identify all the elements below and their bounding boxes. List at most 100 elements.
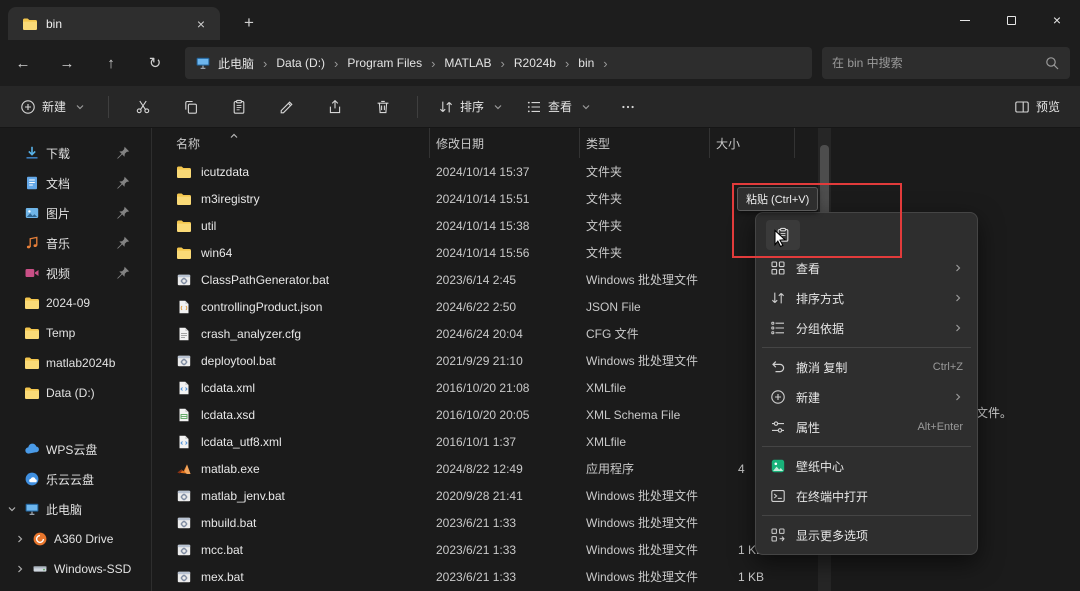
file-row[interactable]: m3iregistry 2024/10/14 15:51 文件夹: [152, 185, 818, 212]
sidebar-item[interactable]: 2024-09: [0, 288, 151, 318]
breadcrumb-segment[interactable]: bin: [573, 53, 599, 73]
chevron-right-icon: ›: [564, 55, 570, 71]
bat-file-icon: [176, 353, 192, 369]
sidebar-section-gap: [0, 408, 151, 434]
column-header-type[interactable]: 类型: [580, 128, 710, 158]
share-button[interactable]: [317, 93, 353, 121]
cut-button[interactable]: [125, 93, 161, 121]
sidebar-item[interactable]: Windows-SSD: [0, 554, 151, 584]
file-type: Windows 批处理文件: [586, 354, 699, 368]
column-header-size[interactable]: 大小: [710, 128, 795, 158]
menu-item[interactable]: 分组依据: [760, 313, 973, 343]
file-type: Windows 批处理文件: [586, 570, 699, 584]
delete-button[interactable]: [365, 93, 401, 121]
sidebar-item[interactable]: A360 Drive: [0, 524, 151, 554]
sidebar-item[interactable]: 此电脑: [0, 494, 151, 524]
chevron-right-icon: [953, 323, 963, 333]
menu-item[interactable]: 排序方式: [760, 283, 973, 313]
file-date: 2023/6/21 1:33: [436, 515, 517, 530]
file-row[interactable]: ClassPathGenerator.bat 2023/6/14 2:45 Wind…: [152, 266, 818, 293]
file-row[interactable]: mcc.bat 2023/6/21 1:33 Windows 批处理文件 1 KB: [152, 536, 818, 563]
file-row[interactable]: win64 2024/10/14 15:56 文件夹: [152, 239, 818, 266]
menu-item[interactable]: 显示更多选项: [760, 520, 973, 550]
file-row[interactable]: lcdata.xsd 2016/10/20 20:05 XML Schema Fil…: [152, 401, 818, 428]
close-button[interactable]: ×: [1034, 0, 1080, 40]
xsd-file-icon: [176, 407, 192, 423]
sidebar-item-chevron: [14, 531, 26, 547]
this-pc-icon: [24, 501, 40, 517]
new-button[interactable]: 新建: [12, 92, 96, 121]
undo-icon: [770, 359, 786, 375]
sidebar-item[interactable]: matlab2024b: [0, 348, 151, 378]
file-row[interactable]: crash_analyzer.cfg 2024/6/24 20:04 CFG 文件: [152, 320, 818, 347]
refresh-button[interactable]: ↻: [140, 48, 170, 78]
search-box[interactable]: [822, 47, 1070, 79]
folder-icon: [24, 355, 40, 371]
copy-button[interactable]: [173, 93, 209, 121]
sidebar-item[interactable]: 视频: [0, 258, 151, 288]
breadcrumb-segment[interactable]: Program Files: [342, 53, 427, 73]
file-row[interactable]: util 2024/10/14 15:38 文件夹: [152, 212, 818, 239]
sidebar-item[interactable]: 下载: [0, 138, 151, 168]
sidebar-item[interactable]: Temp: [0, 318, 151, 348]
breadcrumb-segment[interactable]: MATLAB: [439, 53, 496, 73]
menu-item-label: 撤消 复制: [796, 360, 848, 375]
breadcrumb-segment[interactable]: R2024b: [509, 53, 561, 73]
tab-close-icon[interactable]: ×: [190, 13, 212, 35]
back-button[interactable]: ←: [8, 48, 38, 78]
paste-tooltip: 粘贴 (Ctrl+V): [737, 187, 819, 211]
sidebar-item[interactable]: WPS云盘: [0, 434, 151, 464]
file-row[interactable]: mex.bat 2023/6/21 1:33 Windows 批处理文件 1 KB: [152, 563, 818, 590]
sort-button[interactable]: 排序: [430, 92, 514, 121]
file-row[interactable]: lcdata.xml 2016/10/20 21:08 XMLfile: [152, 374, 818, 401]
sidebar-item[interactable]: 音乐: [0, 228, 151, 258]
preview-toggle-button[interactable]: 预览: [1006, 92, 1068, 121]
menu-item[interactable]: 查看: [760, 253, 973, 283]
sidebar-item[interactable]: 乐云云盘: [0, 464, 151, 494]
sidebar-item[interactable]: 文档: [0, 168, 151, 198]
column-headers: 名称 修改日期 类型 大小: [152, 128, 818, 158]
file-row[interactable]: controllingProduct.json 2024/6/22 2:50 JSO…: [152, 293, 818, 320]
chevron-down-icon: [72, 99, 88, 115]
rename-button[interactable]: [269, 93, 305, 121]
sidebar-item[interactable]: 图片: [0, 198, 151, 228]
pin-icon: [115, 265, 131, 281]
breadcrumb[interactable]: 此电脑 › Data (D:) › Program Files › MATLAB › R2024…: [185, 47, 812, 79]
breadcrumb-segment[interactable]: 此电脑: [213, 52, 259, 75]
menu-item[interactable]: 在终端中打开: [760, 481, 973, 511]
paste-button[interactable]: [221, 93, 257, 121]
sort-icon: [770, 290, 786, 306]
file-row[interactable]: matlab.exe 2024/8/22 12:49 应用程序 4: [152, 455, 818, 482]
view-button[interactable]: 查看: [518, 92, 602, 121]
forward-button[interactable]: →: [52, 48, 82, 78]
column-header-date[interactable]: 修改日期: [430, 128, 580, 158]
paste-menu-button[interactable]: [766, 220, 800, 250]
view-icon: [526, 99, 542, 115]
menu-item-label: 排序方式: [796, 291, 845, 306]
file-row[interactable]: mbuild.bat 2023/6/21 1:33 Windows 批处理文件: [152, 509, 818, 536]
file-row[interactable]: lcdata_utf8.xml 2016/10/1 1:37 XMLfile: [152, 428, 818, 455]
more-button[interactable]: [610, 93, 646, 121]
folder-icon: [24, 385, 40, 401]
file-type: 文件夹: [586, 192, 623, 206]
maximize-button[interactable]: [988, 0, 1034, 40]
breadcrumb-segment[interactable]: Data (D:): [271, 53, 330, 73]
file-row[interactable]: deploytool.bat 2021/9/29 21:10 Windows 批处理…: [152, 347, 818, 374]
file-row[interactable]: icutzdata 2024/10/14 15:37 文件夹: [152, 158, 818, 185]
up-button[interactable]: ↑: [96, 48, 126, 78]
menu-item[interactable]: 壁纸中心: [760, 451, 973, 481]
file-row[interactable]: matlab_jenv.bat 2020/9/28 21:41 Windows 批处…: [152, 482, 818, 509]
explorer-tab[interactable]: bin ×: [8, 7, 220, 40]
search-input[interactable]: [832, 56, 1036, 70]
minimize-button[interactable]: [942, 0, 988, 40]
menu-item-shortcut: Ctrl+Z: [932, 361, 963, 373]
column-header-name[interactable]: 名称: [152, 128, 430, 158]
menu-item-shortcut: Alt+Enter: [917, 421, 963, 433]
menu-item[interactable]: 新建: [760, 382, 973, 412]
folder-icon: [176, 245, 192, 261]
new-tab-button[interactable]: +: [236, 10, 262, 36]
menu-item[interactable]: 撤消 复制 Ctrl+Z: [760, 352, 973, 382]
pictures-icon: [24, 205, 40, 221]
sidebar-item[interactable]: Data (D:): [0, 378, 151, 408]
menu-item[interactable]: 属性 Alt+Enter: [760, 412, 973, 442]
